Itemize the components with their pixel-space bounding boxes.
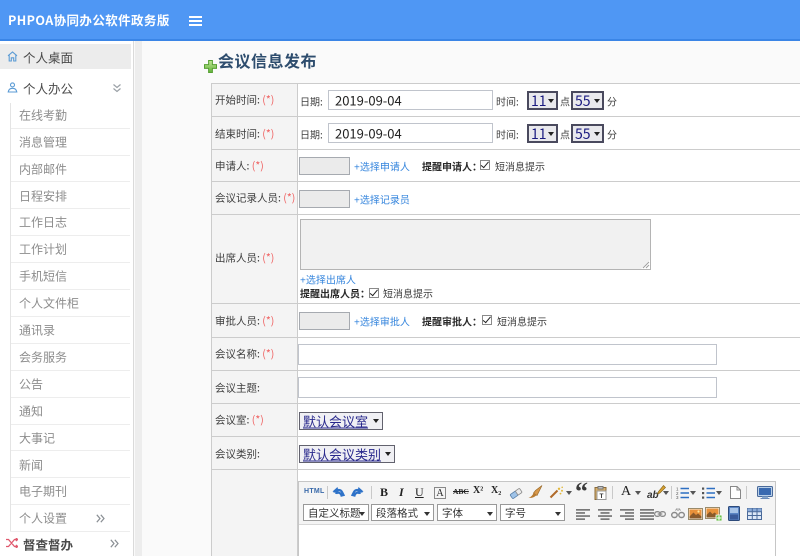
svg-text:3: 3 [676,495,679,499]
svg-text:T: T [600,490,604,500]
